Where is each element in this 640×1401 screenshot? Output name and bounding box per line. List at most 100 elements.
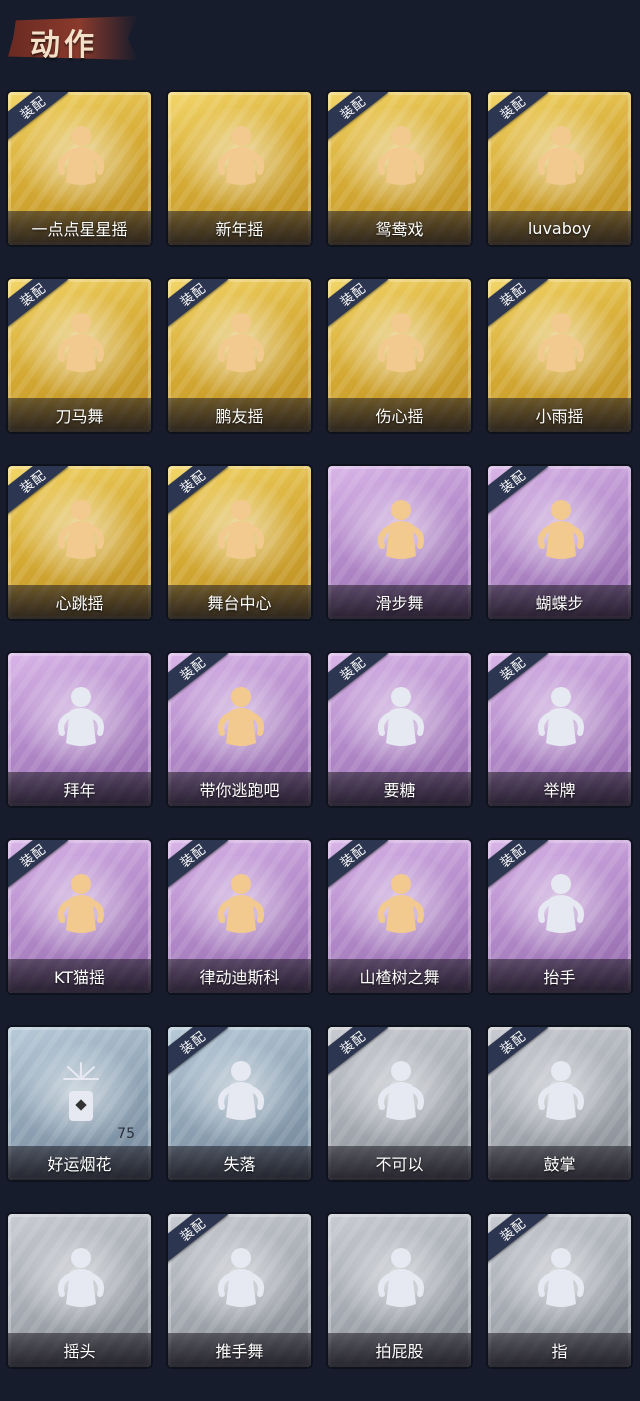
pose-figure-icon xyxy=(532,1057,590,1127)
emote-name: 摇头 xyxy=(63,1342,96,1361)
emote-card[interactable]: 装配 鼓掌 xyxy=(488,1027,631,1180)
emote-name: 律动迪斯科 xyxy=(199,968,280,987)
card-label-bar: 舞台中心 xyxy=(168,585,311,619)
emote-name: 不可以 xyxy=(375,1155,424,1174)
emote-name: 刀马舞 xyxy=(55,407,104,426)
pose-figure-icon xyxy=(52,683,110,753)
pose-figure-icon xyxy=(532,122,590,192)
card-label-bar: KT猫摇 xyxy=(8,959,151,993)
emote-name: 拍屁股 xyxy=(375,1342,424,1361)
emote-name: 伤心摇 xyxy=(375,407,424,426)
emote-card[interactable]: 装配 鹏友摇 xyxy=(168,279,311,432)
pose-figure-icon xyxy=(212,496,270,566)
emote-card[interactable]: 装配 律动迪斯科 xyxy=(168,840,311,993)
emote-name: 一点点星星摇 xyxy=(31,220,128,239)
emote-card[interactable]: 装配 推手舞 xyxy=(168,1214,311,1367)
emote-name: 要糖 xyxy=(383,781,416,800)
emote-card[interactable]: 装配 KT猫摇 xyxy=(8,840,151,993)
emote-name: 拜年 xyxy=(63,781,96,800)
card-label-bar: 带你逃跑吧 xyxy=(168,772,311,806)
emote-name: 鼓掌 xyxy=(543,1155,576,1174)
emote-card[interactable]: 装配 带你逃跑吧 xyxy=(168,653,311,806)
emote-card[interactable]: 装配 luvaboy xyxy=(488,92,631,245)
emote-card[interactable]: 75 好运烟花 xyxy=(8,1027,151,1180)
card-label-bar: 指 xyxy=(488,1333,631,1367)
emote-name: 舞台中心 xyxy=(207,594,272,613)
card-label-bar: 抬手 xyxy=(488,959,631,993)
card-label-bar: 拜年 xyxy=(8,772,151,806)
emote-grid: 装配 一点点星星摇 新年摇 装配 鸳鸯戏 装配 luvaboy 装配 刀马舞 装配 鹏友摇… xyxy=(8,92,632,1367)
card-label-bar: 滑步舞 xyxy=(328,585,471,619)
pose-figure-icon xyxy=(532,683,590,753)
card-label-bar: 山楂树之舞 xyxy=(328,959,471,993)
emote-name: 推手舞 xyxy=(215,1342,264,1361)
card-label-bar: 新年摇 xyxy=(168,211,311,245)
section-header: 动作 xyxy=(0,0,640,64)
pose-figure-icon xyxy=(532,1244,590,1314)
emote-name: 失落 xyxy=(223,1155,256,1174)
pose-figure-icon xyxy=(52,122,110,192)
card-label-bar: luvaboy xyxy=(488,211,631,245)
card-label-bar: 鼓掌 xyxy=(488,1146,631,1180)
pose-figure-icon xyxy=(372,496,430,566)
pose-figure-icon xyxy=(52,870,110,940)
emote-name: KT猫摇 xyxy=(53,968,106,987)
pose-figure-icon xyxy=(212,122,270,192)
card-label-bar: 推手舞 xyxy=(168,1333,311,1367)
pose-figure-icon xyxy=(52,309,110,379)
emote-name: 好运烟花 xyxy=(47,1155,112,1174)
card-label-bar: 伤心摇 xyxy=(328,398,471,432)
card-label-bar: 蝴蝶步 xyxy=(488,585,631,619)
emote-card[interactable]: 装配 山楂树之舞 xyxy=(328,840,471,993)
firework-icon xyxy=(52,1057,110,1127)
emote-name: 小雨摇 xyxy=(535,407,584,426)
pose-figure-icon xyxy=(212,309,270,379)
emote-card[interactable]: 装配 小雨摇 xyxy=(488,279,631,432)
pose-figure-icon xyxy=(372,1244,430,1314)
emote-card[interactable]: 装配 一点点星星摇 xyxy=(8,92,151,245)
emote-card[interactable]: 装配 要糖 xyxy=(328,653,471,806)
emote-card[interactable]: 装配 蝴蝶步 xyxy=(488,466,631,619)
emote-name: 蝴蝶步 xyxy=(535,594,584,613)
emote-card[interactable]: 装配 伤心摇 xyxy=(328,279,471,432)
pose-figure-icon xyxy=(532,870,590,940)
item-count: 75 xyxy=(117,1126,135,1142)
emote-card[interactable]: 拍屁股 xyxy=(328,1214,471,1367)
emote-card[interactable]: 摇头 xyxy=(8,1214,151,1367)
pose-figure-icon xyxy=(532,496,590,566)
emote-name: 新年摇 xyxy=(215,220,264,239)
card-label-bar: 一点点星星摇 xyxy=(8,211,151,245)
emote-card[interactable]: 装配指 xyxy=(488,1214,631,1367)
card-label-bar: 鹏友摇 xyxy=(168,398,311,432)
pose-figure-icon xyxy=(532,309,590,379)
card-label-bar: 律动迪斯科 xyxy=(168,959,311,993)
pose-figure-icon xyxy=(212,1244,270,1314)
emote-card[interactable]: 装配 舞台中心 xyxy=(168,466,311,619)
card-label-bar: 不可以 xyxy=(328,1146,471,1180)
emote-name: 鸳鸯戏 xyxy=(375,220,424,239)
emote-name: 心跳摇 xyxy=(55,594,104,613)
pose-figure-icon xyxy=(212,870,270,940)
pose-figure-icon xyxy=(372,683,430,753)
emote-name: 带你逃跑吧 xyxy=(199,781,280,800)
emote-card[interactable]: 装配 失落 xyxy=(168,1027,311,1180)
emote-card[interactable]: 装配 鸳鸯戏 xyxy=(328,92,471,245)
emote-name: 抬手 xyxy=(543,968,576,987)
emote-card[interactable]: 装配 举牌 xyxy=(488,653,631,806)
card-label-bar: 好运烟花 xyxy=(8,1146,151,1180)
emote-card[interactable]: 滑步舞 xyxy=(328,466,471,619)
card-label-bar: 心跳摇 xyxy=(8,585,151,619)
card-label-bar: 刀马舞 xyxy=(8,398,151,432)
pose-figure-icon xyxy=(212,683,270,753)
section-title: 动作 xyxy=(30,28,98,63)
pose-figure-icon xyxy=(52,1244,110,1314)
emote-card[interactable]: 新年摇 xyxy=(168,92,311,245)
card-label-bar: 失落 xyxy=(168,1146,311,1180)
emote-card[interactable]: 装配 抬手 xyxy=(488,840,631,993)
emote-card[interactable]: 装配 刀马舞 xyxy=(8,279,151,432)
emote-name: 鹏友摇 xyxy=(215,407,264,426)
emote-card[interactable]: 拜年 xyxy=(8,653,151,806)
emote-card[interactable]: 装配 不可以 xyxy=(328,1027,471,1180)
card-label-bar: 鸳鸯戏 xyxy=(328,211,471,245)
emote-card[interactable]: 装配 心跳摇 xyxy=(8,466,151,619)
